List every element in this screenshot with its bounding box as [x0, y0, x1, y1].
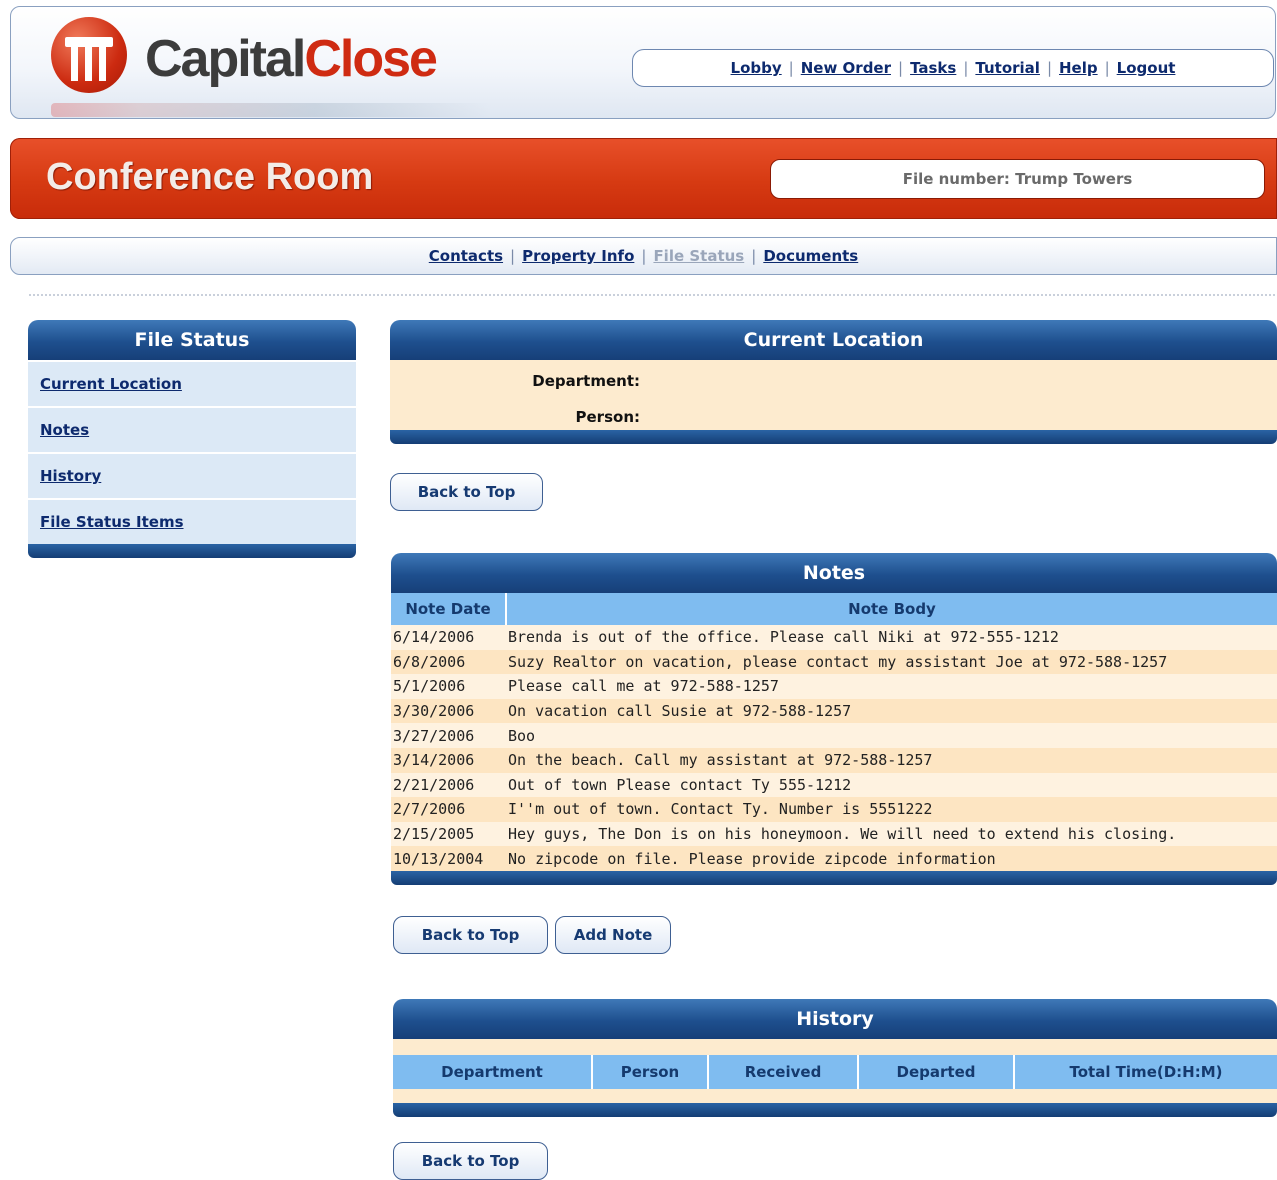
note-date-cell: 5/1/2006	[391, 674, 506, 699]
notes-table: Note Date Note Body 6/14/2006 Brenda is o…	[391, 593, 1277, 871]
note-date-cell: 2/15/2005	[391, 821, 506, 847]
note-body-cell: Out of town Please contact Ty 555-1212	[506, 772, 1277, 798]
logo-text-close: Close	[304, 30, 438, 88]
note-body-cell: On the beach. Call my assistant at 972-5…	[506, 747, 1277, 773]
section-tabs: Contacts | Property Info | File Status | Do…	[10, 237, 1277, 275]
history-table: Department Person Received Departed Tota…	[393, 1055, 1277, 1089]
tab-file-status[interactable]: File Status	[653, 247, 744, 265]
table-row: 2/15/2005 Hey guys, The Don is on his hon…	[391, 821, 1277, 847]
sidebar-item-current-location: Current Location	[28, 362, 356, 406]
current-location-panel: Current Location Department: Person:	[390, 320, 1277, 444]
notes-title: Notes	[391, 553, 1277, 593]
logo-text-capital: Capital	[145, 30, 306, 88]
note-body-cell: No zipcode on file. Please provide zipco…	[506, 846, 1277, 871]
logo-reflection	[51, 103, 491, 117]
current-location-footer	[390, 430, 1277, 444]
note-date-cell: 10/13/2004	[391, 846, 506, 871]
sidebar-item-file-status-items: File Status Items	[28, 500, 356, 544]
history-footer	[393, 1103, 1277, 1117]
add-note-button[interactable]: Add Note	[555, 916, 671, 954]
nav-tasks-link[interactable]: Tasks	[910, 59, 956, 77]
history-panel: History Department Person Received Depar…	[393, 999, 1277, 1117]
note-date-cell: 2/7/2006	[391, 797, 506, 822]
note-date-cell: 2/21/2006	[391, 772, 506, 798]
nav-new-order-link[interactable]: New Order	[801, 59, 891, 77]
nav-tutorial-link[interactable]: Tutorial	[975, 59, 1040, 77]
table-row: 2/7/2006 I''m out of town. Contact Ty. Nu…	[391, 797, 1277, 822]
department-label: Department:	[532, 372, 640, 390]
nav-help-link[interactable]: Help	[1059, 59, 1098, 77]
table-row: 10/13/2004 No zipcode on file. Please pro…	[391, 846, 1277, 871]
column-header-note-body: Note Body	[506, 593, 1277, 625]
sidebar-item-notes: Notes	[28, 408, 356, 452]
column-header-received: Received	[708, 1055, 859, 1089]
sidebar-title: File Status	[28, 320, 356, 360]
history-title: History	[393, 999, 1277, 1039]
note-body-cell: On vacation call Susie at 972-588-1257	[506, 698, 1277, 724]
table-row: 3/27/2006 Boo	[391, 723, 1277, 748]
tab-documents[interactable]: Documents	[763, 247, 858, 265]
table-row: 3/14/2006 On the beach. Call my assistant…	[391, 747, 1277, 773]
nav-logout-link[interactable]: Logout	[1117, 59, 1176, 77]
notes-footer	[391, 870, 1277, 885]
person-label: Person:	[575, 408, 640, 426]
back-to-top-button[interactable]: Back to Top	[393, 916, 548, 954]
table-row: 2/21/2006 Out of town Please contact Ty 5…	[391, 772, 1277, 798]
current-location-title: Current Location	[390, 320, 1277, 360]
back-to-top-button[interactable]: Back to Top	[393, 1142, 548, 1180]
file-number-display: File number: Trump Towers	[770, 159, 1265, 199]
back-to-top-button[interactable]: Back to Top	[390, 473, 543, 511]
note-body-cell: Hey guys, The Don is on his honeymoon. W…	[506, 821, 1277, 847]
sidebar-footer	[28, 544, 356, 558]
page-banner: Conference Room File number: Trump Tower…	[10, 138, 1277, 219]
note-date-cell: 6/14/2006	[391, 625, 506, 650]
nav-lobby-link[interactable]: Lobby	[731, 59, 782, 77]
notes-panel: Notes Note Date Note Body 6/14/2006 Brend…	[391, 553, 1277, 885]
note-date-cell: 6/8/2006	[391, 649, 506, 675]
column-header-note-date: Note Date	[391, 593, 507, 625]
sidebar-link-history[interactable]: History	[40, 467, 101, 485]
note-body-cell: Please call me at 972-588-1257	[506, 674, 1277, 699]
table-row: 3/30/2006 On vacation call Susie at 972-5…	[391, 698, 1277, 724]
table-row: 5/1/2006 Please call me at 972-588-1257	[391, 674, 1277, 699]
logo-pillar-icon	[51, 17, 127, 93]
note-body-cell: Suzy Realtor on vacation, please contact…	[506, 649, 1277, 675]
note-date-cell: 3/27/2006	[391, 723, 506, 748]
dotted-divider	[28, 293, 1277, 297]
sidebar-item-history: History	[28, 454, 356, 498]
column-header-total-time: Total Time(D:H:M)	[1014, 1055, 1277, 1089]
site-header: CapitalClose Lobby | New Order | Tasks | Tu…	[10, 6, 1276, 119]
note-date-cell: 3/14/2006	[391, 747, 506, 773]
note-body-cell: Boo	[506, 723, 1277, 748]
top-navigation: Lobby | New Order | Tasks | Tutorial | Help |…	[632, 49, 1274, 87]
table-row: 6/8/2006 Suzy Realtor on vacation, please…	[391, 649, 1277, 675]
current-location-body: Department: Person:	[390, 360, 1277, 430]
note-body-cell: Brenda is out of the office. Please call…	[506, 625, 1277, 650]
sidebar-link-file-status-items[interactable]: File Status Items	[40, 513, 184, 531]
tab-contacts[interactable]: Contacts	[429, 247, 503, 265]
column-header-department: Department	[393, 1055, 593, 1089]
logo-text: CapitalClose	[145, 29, 438, 89]
tab-property-info[interactable]: Property Info	[522, 247, 634, 265]
page-title: Conference Room	[46, 156, 374, 198]
note-date-cell: 3/30/2006	[391, 698, 506, 724]
sidebar-link-notes[interactable]: Notes	[40, 421, 89, 439]
note-body-cell: I''m out of town. Contact Ty. Number is …	[506, 797, 1277, 822]
table-row: 6/14/2006 Brenda is out of the office. Pl…	[391, 625, 1277, 650]
sidebar-link-current-location[interactable]: Current Location	[40, 375, 182, 393]
column-header-departed: Departed	[858, 1055, 1015, 1089]
column-header-person: Person	[592, 1055, 709, 1089]
file-status-sidebar: File Status Current Location Notes Histo…	[28, 320, 356, 558]
